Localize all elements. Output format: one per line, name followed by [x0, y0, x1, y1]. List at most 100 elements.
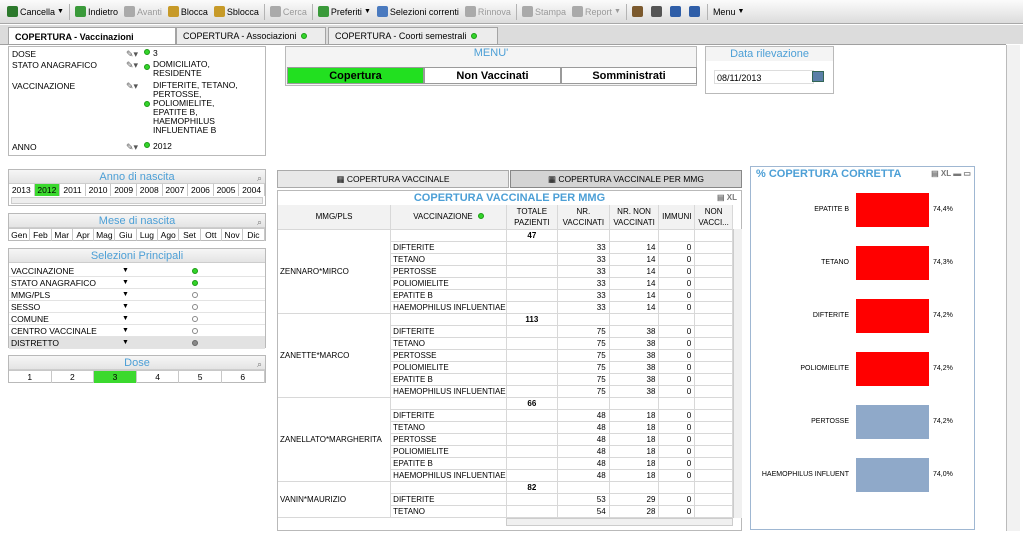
- chart-bar[interactable]: [856, 193, 929, 227]
- year-item[interactable]: 2010: [86, 184, 112, 196]
- column-header[interactable]: NON VACCI...: [694, 205, 733, 230]
- vaccinazione-cell[interactable]: PERTOSSE: [390, 265, 507, 278]
- month-item[interactable]: Ott: [201, 229, 222, 241]
- horizontal-scrollbar[interactable]: [506, 518, 733, 526]
- vaccinazione-cell[interactable]: EPATITE B: [390, 373, 507, 386]
- pencil-icon[interactable]: ✎▾: [126, 60, 144, 78]
- search-icon[interactable]: ⌕: [257, 215, 262, 229]
- chart-window-controls-icon[interactable]: ▤ XL ▬ ▭: [931, 167, 971, 181]
- month-item[interactable]: Mag: [94, 229, 116, 241]
- menu-button-non-vaccinati[interactable]: Non Vaccinati: [424, 67, 561, 84]
- users-button[interactable]: [629, 2, 648, 22]
- year-item[interactable]: 2005: [214, 184, 240, 196]
- mmg-name-cell[interactable]: ZENNARO*MIRCO: [278, 229, 392, 314]
- mmg-name-cell[interactable]: VANIN*MAURIZIO: [278, 481, 392, 518]
- pencil-icon[interactable]: ✎▾: [126, 142, 144, 153]
- selection-row-stato-anagrafico[interactable]: STATO ANAGRAFICO ✎▾ DOMICILIATO, RESIDEN…: [12, 60, 233, 78]
- vaccinazione-cell[interactable]: TETANO: [390, 253, 507, 266]
- dose-item[interactable]: 5: [179, 371, 222, 383]
- search-icon[interactable]: ⌕: [257, 357, 262, 371]
- column-header[interactable]: MMG/PLS: [278, 205, 392, 230]
- preferiti-button[interactable]: Preferiti ▼: [315, 2, 374, 22]
- month-item[interactable]: Set: [179, 229, 201, 241]
- vaccinazione-cell[interactable]: TETANO: [390, 421, 507, 434]
- stampa-button[interactable]: Stampa: [519, 2, 569, 22]
- mmg-name-cell[interactable]: ZANELLATO*MARGHERITA: [278, 397, 392, 482]
- chart-bar[interactable]: [856, 458, 929, 492]
- pencil-icon[interactable]: ✎▾: [126, 81, 144, 135]
- dose-item[interactable]: 3: [94, 371, 137, 383]
- column-header[interactable]: IMMUNI: [658, 205, 696, 230]
- tab-copertura-associazioni[interactable]: COPERTURA - Associazioni: [176, 27, 326, 44]
- column-header[interactable]: TOTALE PAZIENTI: [506, 205, 559, 230]
- month-item[interactable]: Dic: [243, 229, 265, 241]
- chart-bar[interactable]: [856, 246, 929, 280]
- chevron-down-icon[interactable]: ▼: [122, 325, 192, 336]
- avanti-button[interactable]: Avanti: [121, 2, 165, 22]
- chevron-down-icon[interactable]: ▼: [122, 337, 192, 348]
- dose-item[interactable]: 6: [222, 371, 265, 383]
- month-item[interactable]: Feb: [30, 229, 52, 241]
- chart-bar[interactable]: [856, 405, 929, 439]
- vaccinazione-cell[interactable]: EPATITE B: [390, 289, 507, 302]
- listbox-row[interactable]: MMG/PLS ▼: [9, 289, 265, 301]
- listbox-row[interactable]: VACCINAZIONE ▼: [9, 265, 265, 277]
- selection-row-anno[interactable]: ANNO ✎▾ 2012: [12, 142, 172, 153]
- chevron-down-icon[interactable]: ▼: [122, 277, 192, 288]
- year-item[interactable]: 2007: [163, 184, 189, 196]
- vaccinazione-cell[interactable]: PERTOSSE: [390, 349, 507, 362]
- selection-row-dose[interactable]: DOSE ✎▾ 3: [12, 49, 158, 60]
- chevron-down-icon[interactable]: ▼: [122, 301, 192, 312]
- year-item[interactable]: 2012: [34, 184, 61, 196]
- chevron-down-icon[interactable]: ▼: [122, 265, 192, 276]
- report-button[interactable]: Report ▼: [569, 2, 624, 22]
- menu-button-somministrati[interactable]: Somministrati: [561, 67, 697, 84]
- page-scrollbar[interactable]: [1006, 45, 1020, 531]
- vaccinazione-cell[interactable]: TETANO: [390, 337, 507, 350]
- tab-copertura-coorti-semestrali[interactable]: COPERTURA - Coorti semestrali: [328, 27, 498, 44]
- vaccinazione-cell[interactable]: HAEMOPHILUS INFLUENTIAE: [390, 469, 507, 482]
- horizontal-scrollbar[interactable]: [11, 197, 263, 204]
- help-button[interactable]: [667, 2, 686, 22]
- menu-button[interactable]: Menu ▼: [710, 2, 747, 22]
- listbox-row[interactable]: CENTRO VACCINALE ▼: [9, 325, 265, 337]
- listbox-row[interactable]: COMUNE ▼: [9, 313, 265, 325]
- selection-row-vaccinazione[interactable]: VACCINAZIONE ✎▾ DIFTERITE, TETANO, PERTO…: [12, 81, 238, 135]
- pencil-icon[interactable]: ✎▾: [126, 49, 144, 60]
- export-icon[interactable]: ▤ XL: [717, 191, 737, 205]
- column-header[interactable]: NR. VACCINATI: [557, 205, 610, 230]
- year-item[interactable]: 2011: [60, 184, 86, 196]
- cancella-button[interactable]: Cancella ▼: [4, 2, 67, 22]
- tab-copertura-vaccinale[interactable]: ▦ COPERTURA VACCINALE: [277, 170, 509, 188]
- year-item[interactable]: 2006: [188, 184, 214, 196]
- month-item[interactable]: Lug: [137, 229, 159, 241]
- vaccinazione-cell[interactable]: DIFTERITE: [390, 241, 507, 254]
- vaccinazione-cell[interactable]: HAEMOPHILUS INFLUENTIAE: [390, 385, 507, 398]
- month-item[interactable]: Apr: [73, 229, 95, 241]
- tab-copertura-vaccinale-per-mmg[interactable]: ▦ COPERTURA VACCINALE PER MMG: [510, 170, 742, 188]
- column-header[interactable]: VACCINAZIONE: [390, 205, 507, 230]
- indietro-button[interactable]: Indietro: [72, 2, 121, 22]
- chart-bar[interactable]: [856, 299, 929, 333]
- listbox-row[interactable]: SESSO ▼: [9, 301, 265, 313]
- month-item[interactable]: Nov: [222, 229, 244, 241]
- month-item[interactable]: Giu: [115, 229, 137, 241]
- selezioni-correnti-button[interactable]: Selezioni correnti: [374, 2, 462, 22]
- dose-item[interactable]: 4: [137, 371, 180, 383]
- mmg-name-cell[interactable]: ZANETTE*MARCO: [278, 313, 392, 398]
- calendar-icon[interactable]: [812, 71, 824, 82]
- date-field[interactable]: 08/11/2013: [714, 70, 814, 84]
- column-header[interactable]: NR. NON VACCINATI: [609, 205, 660, 230]
- dose-item[interactable]: 2: [52, 371, 95, 383]
- vaccinazione-cell[interactable]: HAEMOPHILUS INFLUENTIAE: [390, 301, 507, 314]
- rinnova-button[interactable]: Rinnova: [462, 2, 514, 22]
- menu-button-copertura[interactable]: Copertura: [287, 67, 424, 84]
- vaccinazione-cell[interactable]: EPATITE B: [390, 457, 507, 470]
- help-cursor-button[interactable]: [686, 2, 705, 22]
- dose-item[interactable]: 1: [9, 371, 52, 383]
- tab-copertura-vaccinazioni[interactable]: COPERTURA - Vaccinazioni: [8, 27, 176, 45]
- month-item[interactable]: Gen: [9, 229, 31, 241]
- vaccinazione-cell[interactable]: POLIOMIELITE: [390, 277, 507, 290]
- listbox-row[interactable]: DISTRETTO ▼: [9, 337, 265, 349]
- month-item[interactable]: Ago: [158, 229, 180, 241]
